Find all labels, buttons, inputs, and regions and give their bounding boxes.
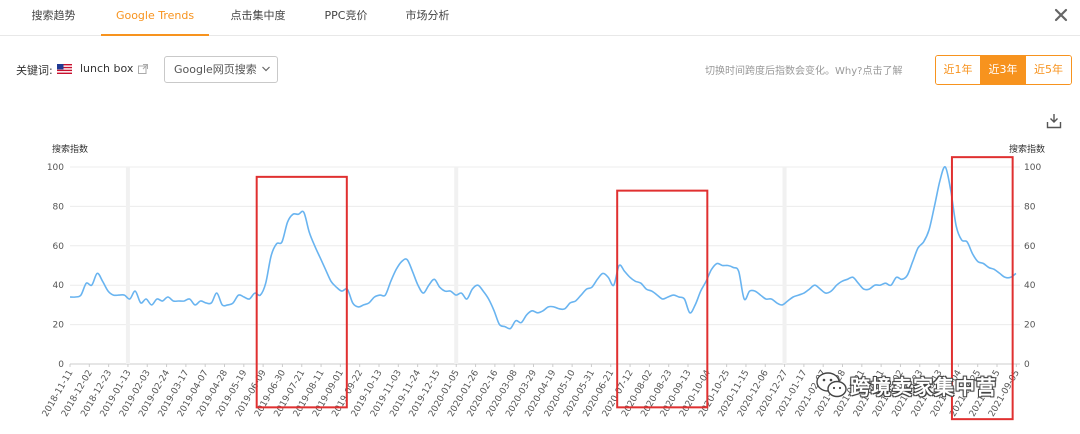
range-5-year-button[interactable]: 近5年 xyxy=(1026,56,1071,84)
gap-marker xyxy=(782,167,787,364)
tab-search-trend[interactable]: 搜索趋势 xyxy=(16,0,91,36)
y-tick-label-right: 0 xyxy=(1024,360,1030,370)
tab-click-concentration[interactable]: 点击集中度 xyxy=(218,0,298,36)
hint-learn-more-link[interactable]: 点击了解 xyxy=(862,66,902,77)
keyword-value: lunch box xyxy=(80,62,134,75)
y-tick-label-left: 40 xyxy=(53,281,65,291)
time-range-group: 近1年 近3年 近5年 xyxy=(935,55,1072,85)
gap-marker xyxy=(454,167,459,364)
y-tick-label-right: 20 xyxy=(1024,321,1036,331)
y-tick-label-right: 60 xyxy=(1024,242,1036,252)
close-icon[interactable] xyxy=(1050,4,1072,26)
tab-google-trends[interactable]: Google Trends xyxy=(101,0,209,36)
search-source-select[interactable]: Google网页搜索 xyxy=(164,56,278,83)
chart-gap-markers xyxy=(125,167,787,364)
y-tick-label-right: 80 xyxy=(1024,202,1036,212)
hint-text: 切换时间跨度后指数会变化。Why? xyxy=(705,66,863,77)
chevron-down-icon xyxy=(262,66,270,72)
y-axis-title-left: 搜索指数 xyxy=(52,143,88,155)
y-tick-label-right: 100 xyxy=(1024,163,1041,173)
y-tick-label-left: 80 xyxy=(53,202,65,212)
y-tick-label-left: 100 xyxy=(47,163,64,173)
download-icon[interactable] xyxy=(1046,113,1062,129)
range-3-year-button[interactable]: 近3年 xyxy=(981,56,1026,84)
y-axis-ticks: 0 0 20 20 40 40 60 60 80 80 100 100 xyxy=(47,163,1042,370)
y-axis-title-right: 搜索指数 xyxy=(1009,143,1045,155)
y-tick-label-left: 0 xyxy=(58,360,64,370)
search-source-value: Google网页搜索 xyxy=(174,63,257,76)
range-1-year-button[interactable]: 近1年 xyxy=(936,56,981,84)
external-link-icon[interactable] xyxy=(138,64,148,74)
y-tick-label-left: 60 xyxy=(53,242,65,252)
tab-market-analysis[interactable]: 市场分析 xyxy=(395,0,460,36)
chart-grid xyxy=(70,166,1020,365)
wechat-icon xyxy=(816,372,847,398)
tab-bar: 搜索趋势 Google Trends 点击集中度 PPC竞价 市场分析 xyxy=(0,0,1080,36)
us-flag-icon xyxy=(57,64,72,74)
keyword-label: 关键词: xyxy=(16,64,53,77)
y-tick-label-right: 40 xyxy=(1024,281,1036,291)
series-line xyxy=(69,166,1017,330)
y-tick-label-left: 20 xyxy=(53,321,65,331)
tab-ppc-bidding[interactable]: PPC竞价 xyxy=(311,0,381,36)
watermark: 跨境卖家集中营 xyxy=(814,368,997,402)
gap-marker xyxy=(125,167,130,364)
time-span-hint: 切换时间跨度后指数会变化。Why?点击了解 xyxy=(705,62,902,77)
watermark-text: 跨境卖家集中营 xyxy=(850,374,997,399)
